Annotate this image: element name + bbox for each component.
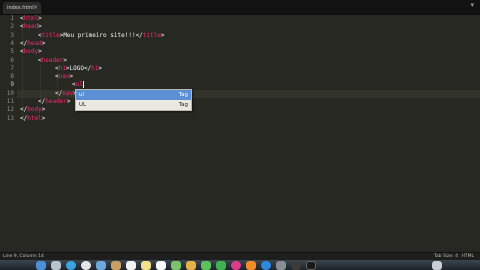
- tag-name: html: [27, 114, 42, 122]
- line-number: 13: [6, 114, 14, 122]
- tab-size-selector[interactable]: Tab Size: 4: [434, 253, 458, 260]
- autocomplete-popup: ul Tag UL Tag: [75, 89, 192, 111]
- preferences-icon[interactable]: [276, 261, 286, 270]
- tag-name: header: [45, 98, 67, 105]
- facetime-icon[interactable]: [216, 261, 226, 270]
- autocomplete-item[interactable]: UL Tag: [76, 100, 191, 110]
- launchpad-icon[interactable]: [51, 261, 61, 270]
- indent-guide: [22, 24, 23, 115]
- line-number: 6: [10, 56, 14, 64]
- code-line-3: <title>Meu primeiro site!!!</title>: [38, 31, 165, 39]
- code-line-6: <header>: [38, 56, 67, 64]
- tag-name: body: [23, 48, 39, 56]
- line-number: 2: [10, 23, 14, 31]
- code-line-7: <h1>LOGO</h1>: [55, 64, 103, 72]
- autocomplete-kind: Tag: [178, 102, 188, 108]
- status-bar: Line 9, Column 14 Tab Size: 4 HTML: [0, 252, 480, 260]
- code-line-5: <body>: [20, 48, 42, 56]
- text-cursor: [82, 81, 84, 89]
- sublime-text-window: index.html × ▾ 1 2 3 4 5 6 7 8 9 10 11 1…: [0, 0, 480, 270]
- code-line-4: </head>: [20, 39, 46, 47]
- tag-name: html: [23, 15, 39, 22]
- line-number: 4: [10, 39, 14, 47]
- tag-name: header: [41, 56, 64, 64]
- tab-menu-chevron-down-icon[interactable]: ▾: [470, 1, 474, 9]
- code-line-13: </html>: [20, 114, 46, 122]
- line-number-gutter: 1 2 3 4 5 6 7 8 9 10 11 12 13: [0, 15, 17, 252]
- line-number: 9: [10, 81, 14, 89]
- mail-icon[interactable]: [96, 261, 106, 270]
- terminal-icon[interactable]: [306, 261, 316, 270]
- tag-name: title: [41, 31, 60, 39]
- sublime-icon[interactable]: [291, 261, 301, 270]
- cursor-position: Line 9, Column 14: [3, 254, 44, 259]
- syntax-selector[interactable]: HTML: [461, 253, 474, 260]
- code-editor[interactable]: 1 2 3 4 5 6 7 8 9 10 11 12 13 <html> <he…: [0, 15, 480, 252]
- itunes-icon[interactable]: [231, 261, 241, 270]
- calendar-icon[interactable]: [126, 261, 136, 270]
- line-number: 10: [6, 89, 14, 97]
- ibooks-icon[interactable]: [246, 261, 256, 270]
- typed-text: ul: [75, 81, 83, 89]
- tag-name: title: [142, 31, 161, 39]
- notes-icon[interactable]: [141, 261, 151, 270]
- line-number: 8: [10, 73, 14, 81]
- tab-index-html[interactable]: index.html ×: [3, 2, 41, 14]
- tab-filename: index.html: [7, 5, 34, 11]
- messages-icon[interactable]: [201, 261, 211, 270]
- tag-name: h1: [58, 64, 66, 72]
- line-number: 12: [6, 106, 14, 114]
- line-number: 5: [10, 48, 14, 56]
- line-number: 7: [10, 64, 14, 72]
- autocomplete-label: UL: [79, 102, 87, 108]
- tag-name: head: [23, 23, 39, 31]
- dock: [0, 260, 480, 270]
- code-line-1: <html>: [20, 15, 42, 22]
- reminders-icon[interactable]: [156, 261, 166, 270]
- title-text: Meu primeiro site!!!: [63, 31, 136, 39]
- line-number: 3: [10, 31, 14, 39]
- tag-name: head: [27, 39, 42, 47]
- h1-text: LOGO: [69, 64, 84, 72]
- appstore-icon[interactable]: [261, 261, 271, 270]
- autocomplete-kind: Tag: [178, 92, 188, 98]
- code-line-12: </body>: [20, 106, 46, 114]
- code-line-11: </header>: [38, 98, 71, 105]
- line-number: 1: [10, 15, 14, 22]
- contacts-icon[interactable]: [111, 261, 121, 270]
- autocomplete-label: ul: [79, 92, 85, 98]
- close-icon[interactable]: ×: [33, 2, 38, 14]
- autocomplete-item[interactable]: ul Tag: [76, 90, 191, 100]
- photos-icon[interactable]: [186, 261, 196, 270]
- trash-icon[interactable]: [432, 261, 442, 270]
- tab-bar: index.html × ▾: [0, 0, 480, 15]
- tag-name: nav: [62, 89, 74, 97]
- chrome-icon[interactable]: [81, 261, 91, 270]
- code-line-10: </nav>: [55, 89, 77, 97]
- tag-name: nav: [58, 73, 70, 81]
- code-line-8: <nav>: [55, 73, 74, 81]
- finder-icon[interactable]: [36, 261, 46, 270]
- code-line-2: <head>: [20, 23, 42, 31]
- safari-icon[interactable]: [66, 261, 76, 270]
- tag-name: body: [27, 106, 42, 114]
- indent-guide: [40, 65, 41, 99]
- maps-icon[interactable]: [171, 261, 181, 270]
- line-number: 11: [6, 98, 14, 105]
